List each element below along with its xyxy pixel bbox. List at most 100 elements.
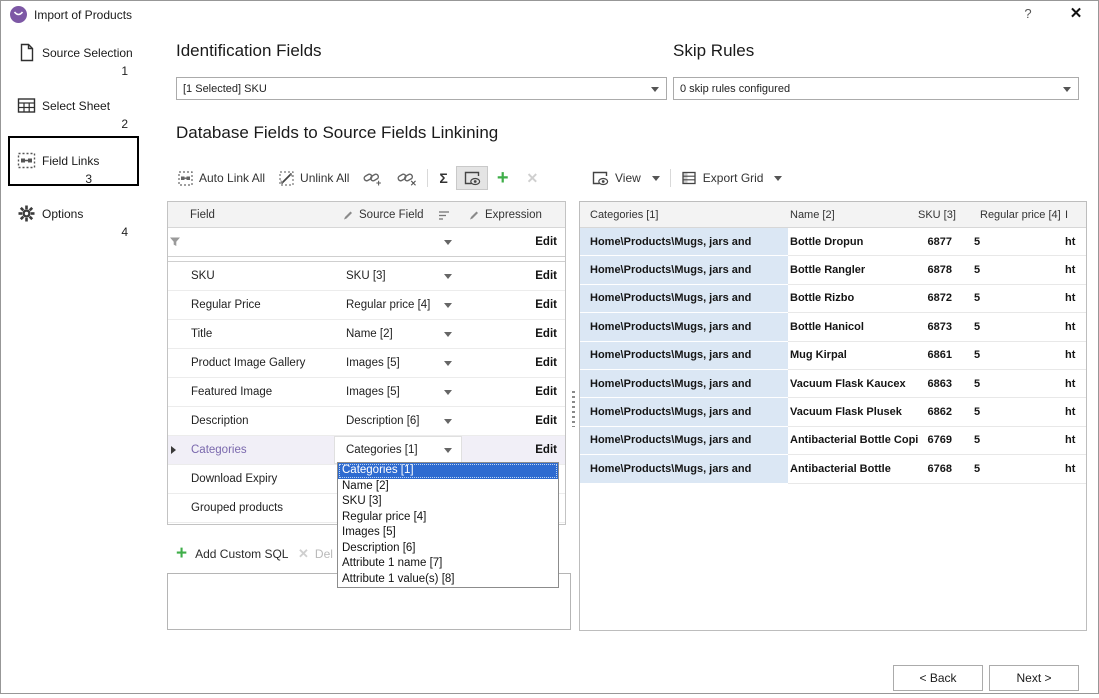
source-field-combo[interactable]: SKU [3]: [334, 262, 462, 290]
sidebar-item-select-sheet[interactable]: Select Sheet 2: [17, 96, 137, 136]
grid-column-header[interactable]: SKU [3]: [918, 209, 964, 221]
view-label: View: [615, 171, 641, 185]
export-grid-button[interactable]: Export Grid: [674, 166, 790, 190]
sidebar-item-label: Select Sheet: [42, 99, 110, 113]
row-indicator: [168, 262, 182, 290]
field-link-row-selected[interactable]: Categories Categories [1] Edit: [168, 436, 565, 465]
field-link-row[interactable]: Product Image Gallery Images [5] Edit: [168, 349, 565, 378]
dropdown-option-selected[interactable]: Categories [1]: [338, 463, 558, 479]
preview-grid-row[interactable]: Home\Products\Mugs, jars and Antibacteri…: [580, 455, 1086, 483]
preview-grid-row[interactable]: Home\Products\Mugs, jars and Bottle Hani…: [580, 313, 1086, 341]
sku-cell: 6878: [918, 256, 964, 284]
category-cell: Home\Products\Mugs, jars and: [580, 427, 788, 455]
edit-expression-link[interactable]: Edit: [462, 328, 565, 340]
add-custom-sql-button[interactable]: + Add Custom SQL: [176, 544, 288, 564]
source-field-value: Images [5]: [346, 386, 400, 398]
x-icon: ✕: [298, 546, 309, 562]
source-field-column-header[interactable]: Source Field: [334, 202, 462, 227]
sidebar-item-label: Source Selection: [42, 46, 133, 60]
field-column-header[interactable]: Field: [182, 209, 334, 221]
edit-expression-link[interactable]: Edit: [462, 270, 565, 282]
grid-column-header[interactable]: Regular price [4]: [964, 209, 1060, 221]
image-url-cell-clipped: ht: [1060, 427, 1086, 455]
preview-grid-row[interactable]: Home\Products\Mugs, jars and Bottle Drop…: [580, 228, 1086, 256]
close-icon[interactable]: ✕: [1063, 4, 1089, 24]
panel-splitter[interactable]: [570, 201, 577, 631]
preview-toggle-button[interactable]: [456, 166, 488, 190]
dropdown-option[interactable]: Regular price [4]: [338, 510, 558, 526]
preview-grid-row[interactable]: Home\Products\Mugs, jars and Vacuum Flas…: [580, 370, 1086, 398]
grid-column-header-clipped[interactable]: I: [1060, 209, 1086, 221]
identification-fields-value: [1 Selected] SKU: [183, 83, 267, 95]
dropdown-option[interactable]: Name [2]: [338, 479, 558, 495]
source-field-combo-open[interactable]: Categories [1]: [334, 436, 462, 464]
db-field-name: Regular Price: [182, 299, 334, 311]
field-link-row[interactable]: Description Description [6] Edit: [168, 407, 565, 436]
unlink-all-button[interactable]: Unlink All: [272, 167, 356, 190]
expression-header-label: Expression: [485, 209, 542, 221]
preview-grid-row[interactable]: Home\Products\Mugs, jars and Antibacteri…: [580, 427, 1086, 455]
link-plus-icon: +: [363, 170, 383, 187]
field-link-row[interactable]: SKU SKU [3] Edit: [168, 262, 565, 291]
back-button[interactable]: < Back: [893, 665, 983, 691]
grid-column-header[interactable]: Name [2]: [788, 209, 918, 221]
category-cell: Home\Products\Mugs, jars and: [580, 342, 788, 370]
auto-link-all-button[interactable]: Auto Link All: [171, 167, 272, 190]
dropdown-option[interactable]: Attribute 1 name [7]: [338, 556, 558, 572]
view-menu-button[interactable]: View: [584, 166, 667, 190]
help-button[interactable]: ?: [1017, 6, 1039, 24]
filter-row[interactable]: Edit: [168, 228, 565, 257]
price-cell: 5: [964, 313, 1060, 341]
edit-expression-link[interactable]: Edit: [462, 444, 565, 456]
field-link-row[interactable]: Title Name [2] Edit: [168, 320, 565, 349]
grid-column-header[interactable]: Categories [1]: [580, 209, 788, 221]
filter-funnel-icon: [169, 236, 181, 248]
preview-grid-row[interactable]: Home\Products\Mugs, jars and Bottle Rizb…: [580, 285, 1086, 313]
edit-expression-link[interactable]: Edit: [462, 357, 565, 369]
dropdown-option[interactable]: Images [5]: [338, 525, 558, 541]
db-field-name: Featured Image: [182, 386, 334, 398]
source-field-header-label: Source Field: [359, 209, 424, 221]
add-link-button[interactable]: +: [356, 166, 390, 191]
chevron-down-icon: [444, 448, 452, 453]
source-field-combo[interactable]: Images [5]: [334, 378, 462, 406]
next-button[interactable]: Next >: [989, 665, 1079, 691]
sku-cell: 6862: [918, 398, 964, 426]
sidebar-item-label: Field Links: [42, 154, 99, 168]
preview-grid-row[interactable]: Home\Products\Mugs, jars and Mug Kirpal …: [580, 342, 1086, 370]
skip-rules-combo[interactable]: 0 skip rules configured: [673, 77, 1079, 100]
expression-column-header[interactable]: Expression: [462, 209, 565, 221]
row-indicator: [168, 465, 182, 493]
preview-grid-row[interactable]: Home\Products\Mugs, jars and Vacuum Flas…: [580, 398, 1086, 426]
field-link-row[interactable]: Featured Image Images [5] Edit: [168, 378, 565, 407]
sku-cell: 6768: [918, 455, 964, 483]
edit-expression-link[interactable]: Edit: [462, 386, 565, 398]
identification-fields-combo[interactable]: [1 Selected] SKU: [176, 77, 667, 100]
source-field-combo[interactable]: Description [6]: [334, 407, 462, 435]
image-url-cell-clipped: ht: [1060, 455, 1086, 483]
edit-expression-link[interactable]: Edit: [462, 236, 565, 248]
source-field-combo[interactable]: Regular price [4]: [334, 291, 462, 319]
field-link-row[interactable]: Regular Price Regular price [4] Edit: [168, 291, 565, 320]
grid-header-row: Categories [1] Name [2] SKU [3] Regular …: [580, 202, 1086, 228]
dropdown-option[interactable]: SKU [3]: [338, 494, 558, 510]
chevron-down-icon: [1063, 87, 1071, 92]
remove-link-button[interactable]: ✕: [390, 166, 424, 191]
price-cell: 5: [964, 285, 1060, 313]
splitter-grip-icon: [572, 391, 575, 427]
add-row-button[interactable]: +: [488, 169, 518, 187]
svg-text:+: +: [376, 178, 381, 187]
sidebar-item-options[interactable]: Options 4: [17, 204, 137, 244]
edit-expression-link[interactable]: Edit: [462, 299, 565, 311]
sidebar-item-field-links[interactable]: Field Links 3: [17, 151, 137, 191]
name-cell: Antibacterial Bottle Copil: [788, 427, 918, 455]
source-field-combo[interactable]: Images [5]: [334, 349, 462, 377]
edit-expression-link[interactable]: Edit: [462, 415, 565, 427]
dropdown-option[interactable]: Description [6]: [338, 541, 558, 557]
sidebar-item-source-selection[interactable]: Source Selection 1: [17, 43, 137, 83]
dropdown-option[interactable]: Attribute 1 value(s) [8]: [338, 572, 558, 588]
filter-source-cell[interactable]: [334, 228, 462, 256]
preview-grid-row[interactable]: Home\Products\Mugs, jars and Bottle Rang…: [580, 256, 1086, 284]
expression-sigma-button[interactable]: Σ: [431, 170, 455, 186]
source-field-combo[interactable]: Name [2]: [334, 320, 462, 348]
